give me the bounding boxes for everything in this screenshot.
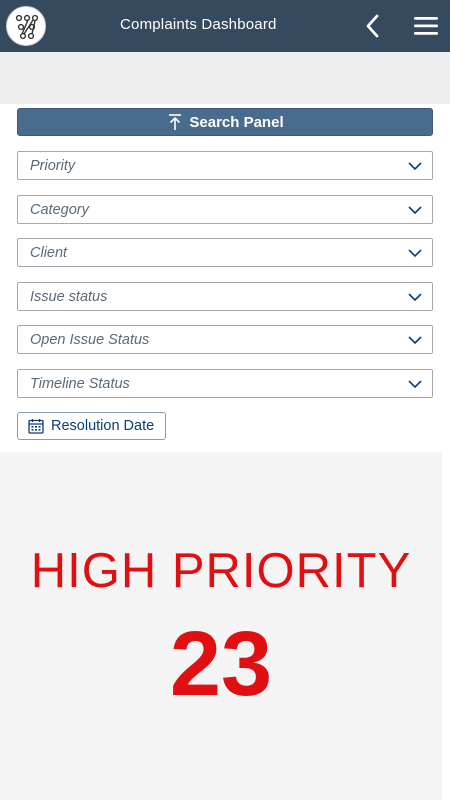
resolution-date-label: Resolution Date (51, 418, 155, 434)
client-select[interactable]: Client (17, 238, 433, 267)
select-placeholder: Priority (30, 158, 76, 174)
category-select[interactable]: Category (17, 195, 433, 224)
select-placeholder: Category (30, 202, 89, 218)
hamburger-menu-icon[interactable] (412, 14, 440, 38)
calendar-icon (28, 419, 44, 434)
kpi-label: HIGH PRIORITY (30, 544, 412, 598)
search-panel-label: Search Panel (189, 113, 284, 131)
top-bar: Complaints Dashboard (0, 0, 450, 52)
open-issue-status-select[interactable]: Open Issue Status (17, 325, 433, 354)
subheader-bar (0, 52, 450, 104)
resolution-date-button[interactable]: Resolution Date (17, 412, 166, 440)
chevron-down-icon (408, 162, 422, 171)
chevron-down-icon (408, 206, 422, 215)
chevron-down-icon (408, 249, 422, 258)
select-placeholder: Open Issue Status (30, 332, 150, 348)
issue-status-select[interactable]: Issue status (17, 282, 433, 311)
priority-select[interactable]: Priority (17, 151, 433, 180)
chevron-down-icon (408, 293, 422, 302)
timeline-status-select[interactable]: Timeline Status (17, 369, 433, 398)
kpi-value: 23 (169, 613, 273, 715)
chevron-down-icon (408, 380, 422, 389)
select-placeholder: Timeline Status (30, 376, 130, 392)
search-panel-button[interactable]: Search Panel (17, 108, 433, 136)
app-logo-icon[interactable] (6, 6, 46, 46)
collapse-up-icon (166, 113, 184, 131)
chevron-down-icon (408, 336, 422, 345)
select-placeholder: Issue status (30, 289, 108, 305)
back-chevron-icon[interactable] (362, 13, 384, 39)
app-title: Complaints Dashboard (120, 16, 277, 33)
select-placeholder: Client (30, 245, 68, 261)
